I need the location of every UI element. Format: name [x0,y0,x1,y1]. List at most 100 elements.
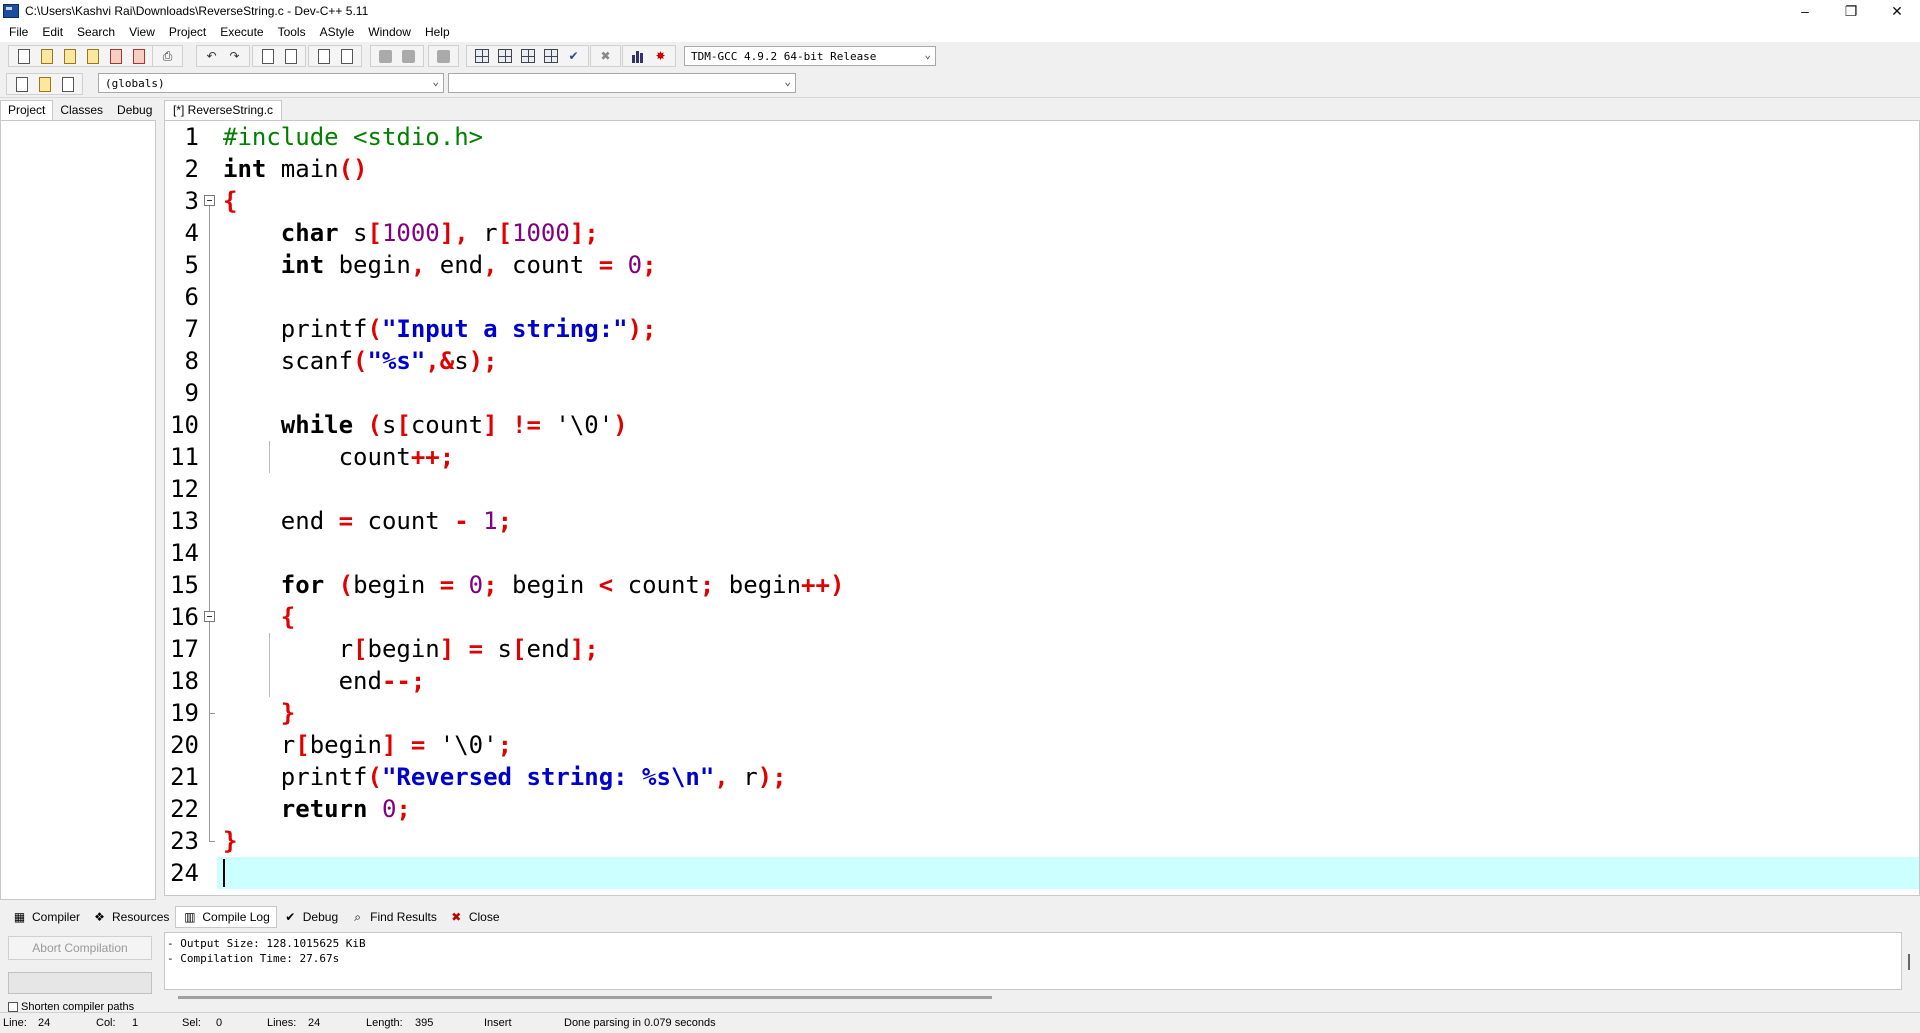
stop-execution-icon[interactable]: ✖ [596,47,615,65]
goto-icon[interactable] [35,75,54,93]
function-select[interactable]: ⌄ [448,73,796,93]
code-token: ; [642,251,657,279]
run-icon[interactable] [495,47,514,65]
compile-run-icon[interactable] [518,47,537,65]
tab-debug-left[interactable]: Debug [110,101,159,120]
menu-help[interactable]: Help [418,22,457,42]
menu-window[interactable]: Window [361,22,418,42]
compiler-select[interactable]: TDM-GCC 4.9.2 64-bit Release ⌄ [684,46,936,66]
menu-edit[interactable]: Edit [35,22,70,42]
status-bar: Line: 24 Col: 1 Sel: 0 Lines: 24 Length:… [0,1012,1920,1033]
insert-icon[interactable] [12,75,31,93]
code-line[interactable]: { [223,185,237,217]
code-line[interactable]: printf("Reversed string: %s\n", r); [223,761,787,793]
code-token: ( [367,411,382,439]
bottom-tab-debug[interactable]: ✔ Debug [277,906,344,928]
redo-icon[interactable]: ↷ [225,47,244,65]
code-line[interactable]: printf("Input a string:"); [223,313,657,345]
code-token: ; [497,731,513,759]
rebuild-all-icon[interactable] [541,47,560,65]
minimize-button[interactable]: – [1782,0,1828,22]
edit-toolbar-group: ↶ ↷ [196,45,250,67]
find-icon[interactable] [258,47,277,65]
chevron-down-icon: ⌄ [784,75,791,88]
code-line[interactable]: end--; [223,665,426,697]
menu-project[interactable]: Project [162,22,213,42]
stop-toolbar-group: ✖ [590,45,621,67]
delete-profile-icon[interactable]: ✸ [651,47,670,65]
shorten-paths-option[interactable]: Shorten compiler paths [8,1002,134,1012]
code-line[interactable]: count++; [223,441,455,473]
log-horizontal-scrollbar[interactable] [178,996,992,999]
menu-astyle[interactable]: AStyle [313,22,362,42]
project-options-icon[interactable] [434,47,453,65]
bottom-tab-compile-log[interactable]: ▥ Compile Log [175,906,277,928]
save-all-icon[interactable] [83,47,102,65]
log-vertical-scrollbar[interactable] [1902,932,1916,990]
code-line[interactable]: { [223,601,295,633]
project-browser[interactable] [0,120,156,900]
bottom-tab-find-results[interactable]: ⌕ Find Results [344,906,443,928]
bottom-tab-label: Resources [112,910,170,924]
bottom-tab-compiler[interactable]: ▦ Compiler [6,906,86,928]
save-icon[interactable] [60,47,79,65]
line-number: 23 [170,827,199,855]
abort-compilation-button[interactable]: Abort Compilation [8,936,152,960]
editor-file-tab[interactable]: [*] ReverseString.c [164,100,283,120]
scope-select[interactable]: (globals) ⌄ [98,73,444,93]
code-editor[interactable]: #include <stdio.h> int main(){ char s[100… [164,120,1920,896]
tab-project[interactable]: Project [0,100,54,120]
bottom-tab-close[interactable]: ✖ Close [443,906,506,928]
close-file-icon[interactable] [106,47,125,65]
compile-icon[interactable] [472,47,491,65]
code-area[interactable]: #include <stdio.h> int main(){ char s[100… [223,121,1919,895]
menu-view[interactable]: View [122,22,162,42]
compile-log-text[interactable]: - Output Size: 128.1015625 KiB - Compila… [164,932,1902,990]
code-line[interactable]: } [223,825,237,857]
menu-search[interactable]: Search [70,22,122,42]
code-line[interactable]: int begin, end, count = 0; [223,249,657,281]
remove-from-project-icon[interactable] [399,47,418,65]
indent-icon[interactable] [314,47,333,65]
code-token: ( [367,763,382,791]
compile-progress-bar [8,972,152,994]
bookmark-icon[interactable] [58,75,77,93]
undo-icon[interactable]: ↶ [202,47,221,65]
code-line[interactable]: scanf("%s",&s); [223,345,498,377]
code-line[interactable]: end = count - 1; [223,505,512,537]
code-line[interactable]: for (begin = 0; begin < count; begin++) [223,569,845,601]
restore-button[interactable]: ❐ [1828,0,1874,22]
code-token: ); [627,315,657,343]
menu-file[interactable]: File [2,22,35,42]
syntax-check-icon[interactable]: ✔ [564,47,583,65]
code-line[interactable]: char s[1000], r[1000]; [223,217,599,249]
close-window-button[interactable]: ✕ [1874,0,1920,22]
text-caret [223,859,225,887]
unindent-icon[interactable] [337,47,356,65]
code-line[interactable]: int main() [223,153,368,185]
add-to-project-icon[interactable] [376,47,395,65]
for-block-fold-icon[interactable] [204,611,215,622]
shorten-paths-checkbox[interactable] [8,1002,18,1012]
main-block-fold-icon[interactable] [204,195,215,206]
replace-icon[interactable] [281,47,300,65]
code-line[interactable]: #include <stdio.h> [223,121,483,153]
profile-chart-icon[interactable] [628,47,647,65]
print-icon[interactable]: ⎙ [158,47,177,65]
code-line[interactable]: return 0; [223,793,411,825]
code-token: "Reversed string: %s\n" [381,763,715,791]
code-line[interactable]: while (s[count] != '\0') [223,409,628,441]
menu-tools[interactable]: Tools [271,22,313,42]
menu-execute[interactable]: Execute [213,22,270,42]
tab-classes[interactable]: Classes [53,101,110,120]
class-toolbar: (globals) ⌄ ⌄ [0,70,1920,98]
new-file-icon[interactable] [14,47,33,65]
close-all-icon[interactable] [129,47,148,65]
code-line[interactable]: r[begin] = s[end]; [223,633,599,665]
open-file-icon[interactable] [37,47,56,65]
code-token: int [223,155,267,183]
bottom-tab-resources[interactable]: ❖ Resources [86,906,175,928]
code-line[interactable]: } [223,697,295,729]
code-line[interactable]: r[begin] = '\0'; [223,729,512,761]
